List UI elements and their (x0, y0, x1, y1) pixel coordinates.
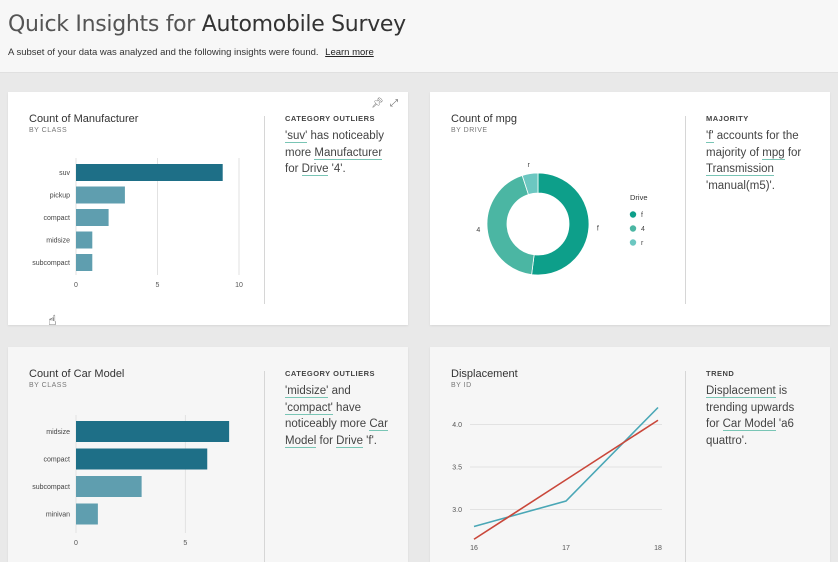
insight-field-highlight[interactable]: 'f' (706, 130, 714, 143)
insight-text-segment: for (285, 163, 302, 175)
donut-slice-f (531, 172, 590, 276)
category-label: subcompact (32, 260, 70, 267)
insight-field-highlight[interactable]: Transmission (706, 163, 774, 176)
insight-text: 'f' accounts for the majority of mpg for… (706, 128, 806, 194)
insight-text: 'suv' has noticeably more Manufacturer f… (285, 128, 389, 178)
category-label: compact (44, 215, 71, 222)
bar-subcompact (76, 254, 93, 271)
insight-text-segment: for (784, 146, 802, 159)
card-divider (264, 116, 265, 304)
legend-label: r (641, 240, 644, 247)
category-label: suv (59, 170, 70, 177)
insight-card-manufacturer[interactable]: Count of Manufacturer BY CLASS 📌︎ ⤢ 0 5 10… (8, 92, 408, 328)
category-label: compact (44, 457, 71, 464)
page-header: Quick Insights for Automobile Survey A s… (0, 0, 838, 73)
trend-line (473, 419, 659, 540)
insight-text: 'midsize' and 'compact' have noticeably … (285, 383, 389, 449)
bar-compact (76, 448, 208, 470)
learn-more-link[interactable]: Learn more (325, 47, 374, 58)
insight-field-highlight[interactable]: 'suv' (285, 130, 308, 143)
bar-minivan (76, 503, 98, 525)
category-label: midsize (46, 429, 70, 436)
x-tick-label: 0 (74, 540, 78, 547)
line-chart-displacement: 3.0 3.5 4.0 16 17 18 (452, 406, 662, 552)
insight-field-highlight[interactable]: Displacement (706, 385, 776, 398)
insight-heading: CATEGORY OUTLIERS (285, 114, 376, 123)
category-label: pickup (50, 193, 70, 200)
donut-chart-mpg: f 4 r Drive f 4 r (476, 162, 648, 276)
insight-field-highlight[interactable]: mpg (762, 146, 785, 160)
insight-text-segment: 'f'. (362, 434, 377, 447)
card-divider (264, 371, 265, 562)
insight-field-highlight[interactable]: 'midsize' (285, 385, 329, 398)
insight-text-segment: '4'. (328, 163, 346, 175)
insight-text-segment: for (316, 434, 337, 447)
page-subtitle: A subset of your data was analyzed and t… (8, 47, 374, 58)
y-tick-label: 4.0 (452, 422, 462, 429)
slice-label: r (527, 162, 530, 169)
mouse-cursor-icon: ☝︎ (48, 312, 57, 328)
x-tick-label: 17 (562, 545, 570, 552)
title-prefix: Quick Insights for (8, 12, 202, 37)
insight-text-segment: 'manual(m5)'. (706, 179, 775, 192)
insight-field-highlight[interactable]: Drive (336, 434, 363, 448)
y-tick-label: 3.0 (452, 507, 462, 514)
legend-marker-4 (629, 225, 637, 232)
bar-midsize (76, 231, 93, 249)
legend-label: 4 (641, 226, 645, 233)
x-tick-label: 18 (654, 545, 662, 552)
card-divider (685, 116, 686, 304)
insight-heading: CATEGORY OUTLIERS (285, 369, 376, 378)
insight-text-segment: and (328, 385, 351, 397)
page-title: Quick Insights for Automobile Survey (8, 12, 406, 37)
slice-label: f (597, 225, 599, 232)
category-label: midsize (46, 238, 70, 245)
insight-card-displacement[interactable]: Displacement BY ID 3.0 3.5 4.0 16 17 18 TREND… (430, 347, 830, 562)
insight-heading: MAJORITY (706, 114, 749, 123)
legend-marker-f (629, 211, 637, 218)
x-tick-label: 10 (235, 282, 243, 289)
bar-pickup (76, 186, 125, 204)
category-label: subcompact (32, 484, 70, 491)
bar-compact (76, 209, 109, 226)
insight-card-car-model[interactable]: Count of Car Model BY CLASS 0 5 midsize com… (8, 347, 408, 562)
legend-title: Drive (630, 193, 648, 202)
legend-label: f (641, 212, 643, 219)
subtitle-text: A subset of your data was analyzed and t… (8, 47, 319, 58)
insight-text: Displacement is trending upwards for Car… (706, 383, 800, 449)
card-divider (685, 371, 686, 562)
bar-subcompact (76, 476, 142, 497)
bar-midsize (76, 421, 230, 442)
dataset-name: Automobile Survey (201, 12, 406, 37)
y-tick-label: 3.5 (452, 465, 462, 472)
insight-field-highlight[interactable]: Manufacturer (314, 146, 383, 160)
x-tick-label: 0 (74, 282, 78, 289)
bar-chart-car-model: 0 5 midsize compact subcompact minivan (32, 415, 230, 547)
insight-heading: TREND (706, 369, 735, 378)
insight-field-highlight[interactable]: Car Model (722, 418, 776, 431)
category-label: minivan (46, 512, 70, 519)
legend-marker-r (629, 239, 637, 246)
x-tick-label: 16 (470, 545, 478, 552)
insight-field-highlight[interactable]: 'compact' (285, 401, 333, 415)
bar-suv (76, 164, 223, 181)
x-tick-label: 5 (156, 282, 160, 289)
insight-field-highlight[interactable]: Drive (301, 163, 329, 176)
x-tick-label: 5 (183, 540, 187, 547)
slice-label: 4 (476, 227, 480, 234)
insight-card-mpg[interactable]: Count of mpg BY DRIVE f 4 r Drive f 4 r MAJORI… (430, 92, 830, 325)
bar-chart-manufacturer: 0 5 10 suv pickup compact midsize subcompact (32, 158, 243, 289)
